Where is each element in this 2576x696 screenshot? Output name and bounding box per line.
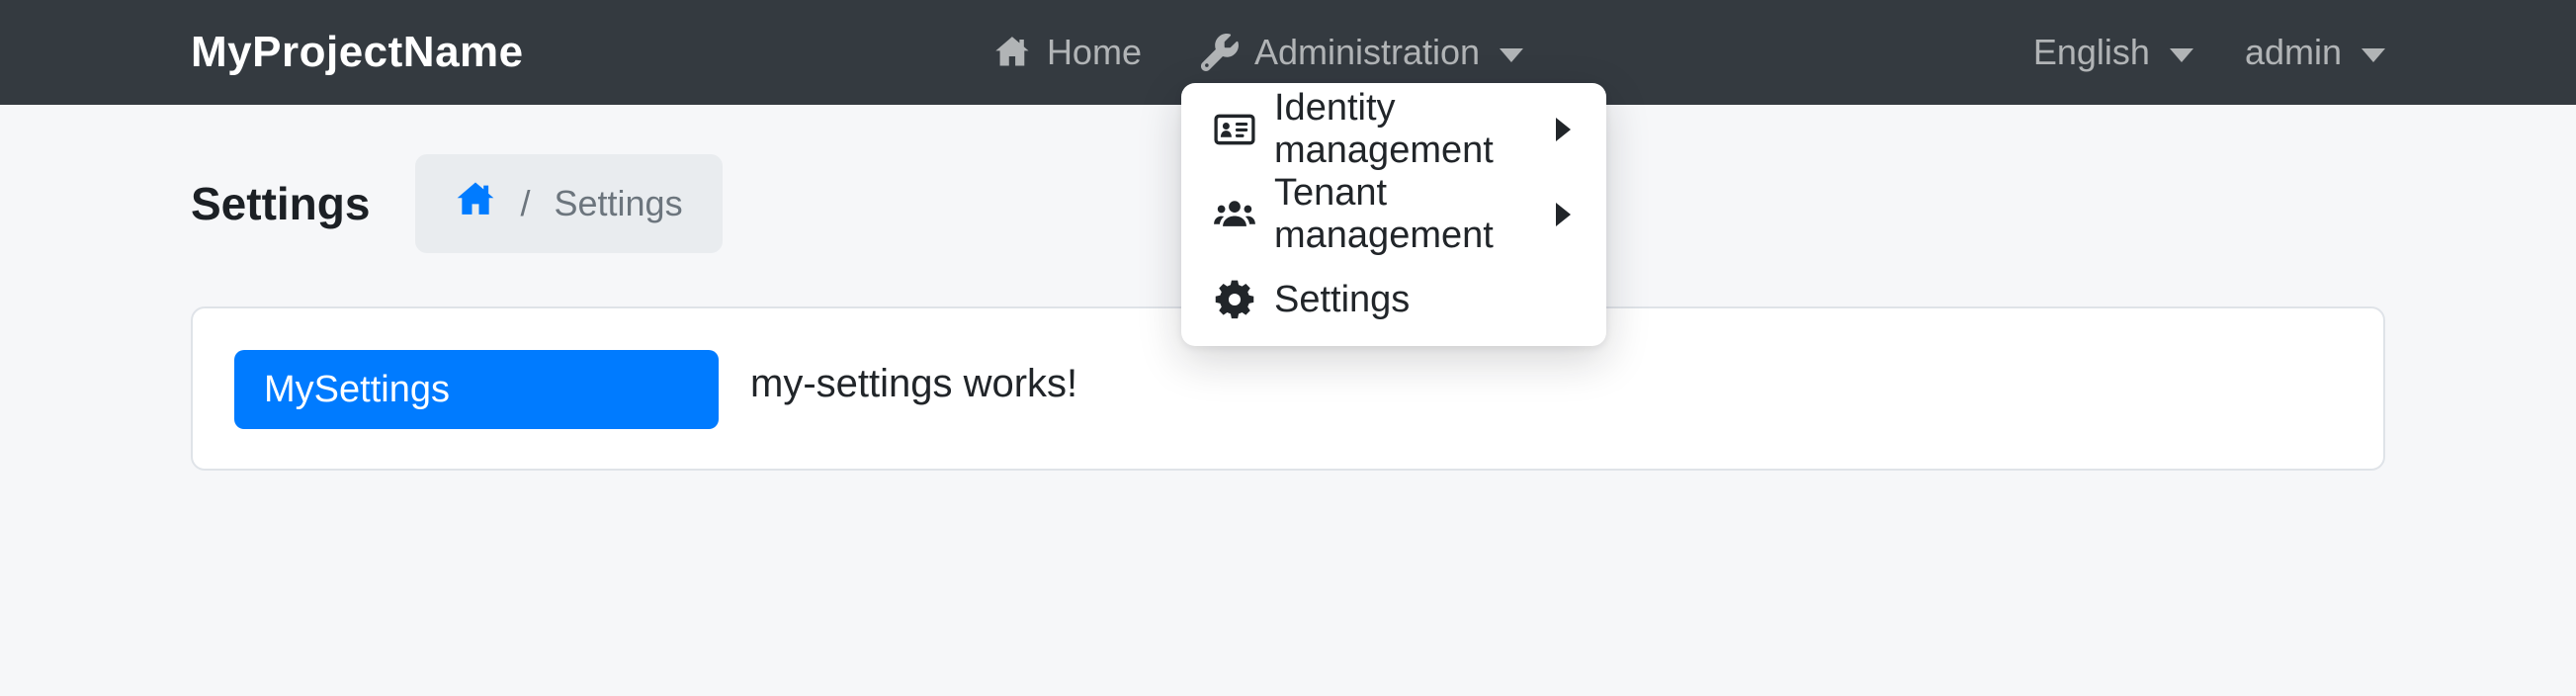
menu-item-label: Identity management (1274, 87, 1538, 172)
menu-item-label: Tenant management (1274, 172, 1538, 257)
user-dropdown[interactable]: admin (2245, 32, 2385, 73)
page-title: Settings (191, 177, 370, 230)
breadcrumb: / Settings (415, 154, 722, 253)
settings-content-text: my-settings works! (750, 358, 1077, 409)
nav-item-administration[interactable]: Administration (1201, 32, 1523, 73)
breadcrumb-home-link[interactable] (455, 179, 496, 229)
nav-item-label: Administration (1254, 32, 1480, 73)
breadcrumb-current: Settings (554, 183, 682, 224)
menu-item-settings[interactable]: Settings (1181, 257, 1606, 342)
users-icon (1213, 193, 1256, 236)
wrench-icon (1201, 34, 1239, 71)
menu-item-tenant-management[interactable]: Tenant management (1181, 172, 1606, 257)
tab-my-settings[interactable]: MySettings (234, 350, 719, 429)
nav-item-home[interactable]: Home (993, 32, 1142, 73)
administration-dropdown-menu: Identity management Tenant management Se… (1181, 83, 1606, 346)
chevron-right-icon (1556, 118, 1571, 141)
id-card-icon (1213, 108, 1256, 151)
language-dropdown[interactable]: English (2033, 32, 2193, 73)
language-label: English (2033, 32, 2150, 73)
home-icon (455, 179, 496, 229)
breadcrumb-separator: / (520, 183, 530, 224)
chevron-down-icon (1500, 48, 1523, 62)
username-label: admin (2245, 32, 2342, 73)
chevron-down-icon (2361, 48, 2385, 62)
home-icon (993, 34, 1031, 71)
menu-item-identity-management[interactable]: Identity management (1181, 87, 1606, 172)
navbar-right: English admin (2033, 32, 2385, 73)
nav-item-label: Home (1047, 32, 1142, 73)
chevron-right-icon (1556, 203, 1571, 226)
brand[interactable]: MyProjectName (191, 28, 524, 77)
menu-item-label: Settings (1274, 279, 1571, 321)
chevron-down-icon (2170, 48, 2193, 62)
gear-icon (1213, 278, 1256, 321)
